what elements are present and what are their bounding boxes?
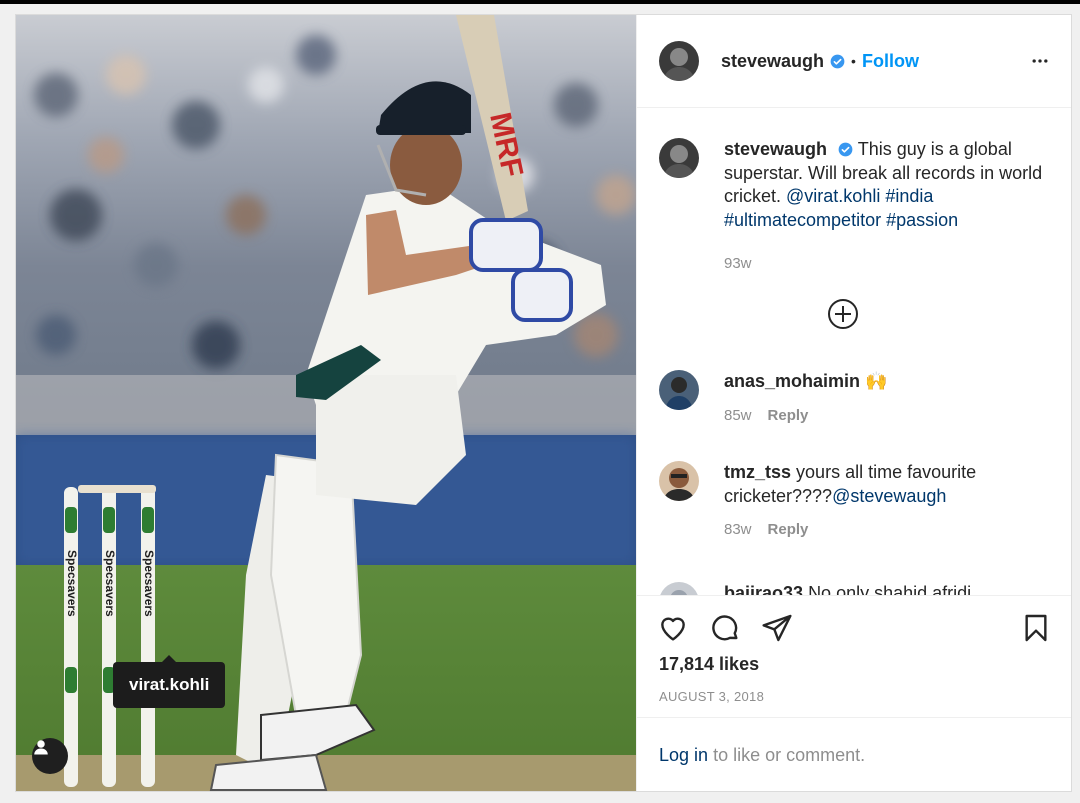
photo-user-tag[interactable]: virat.kohli (113, 655, 226, 708)
comment-text: 🙌 (865, 371, 888, 391)
stump-text-3: Specsavers (142, 550, 156, 617)
caption-avatar[interactable] (659, 138, 699, 178)
commenter-avatar[interactable] (659, 582, 699, 595)
verified-icon (830, 54, 845, 68)
heart-icon[interactable] (657, 612, 689, 644)
comment-meta: 83w Reply (724, 518, 1059, 542)
share-icon[interactable] (761, 612, 793, 644)
comment-username[interactable]: bajirao33 (724, 583, 803, 595)
login-link[interactable]: Log in (659, 745, 708, 765)
hashtag[interactable]: #ultimatecompetitor (724, 210, 881, 230)
plus-circle-icon[interactable] (827, 298, 859, 330)
comment-icon[interactable] (709, 612, 741, 644)
cricket-photo: Specsavers Specsavers Specsavers MRF (16, 15, 636, 791)
post-header: stevewaugh • Follow (637, 15, 1071, 108)
follow-button[interactable]: Follow (862, 51, 919, 72)
comment-meta: 85w Reply (724, 404, 1059, 428)
post-photo[interactable]: Specsavers Specsavers Specsavers MRF vir… (16, 15, 636, 791)
bookmark-icon[interactable] (1020, 612, 1052, 644)
stump-text-2: Specsavers (103, 550, 117, 617)
comment-username[interactable]: tmz_tss (724, 462, 791, 482)
reply-button[interactable]: Reply (768, 521, 809, 538)
login-prompt: Log in to like or comment. (637, 717, 1071, 791)
comments-section[interactable]: stevewaugh This guy is a global supersta… (637, 108, 1071, 595)
user-tag-icon[interactable] (32, 738, 68, 774)
hashtag[interactable]: #passion (886, 210, 958, 230)
likes-count[interactable]: 17,814 likes (659, 654, 759, 675)
comment-text: No only shahid afridi (808, 583, 972, 595)
comment-username[interactable]: anas_mohaimin (724, 371, 860, 391)
author-username[interactable]: stevewaugh (721, 51, 824, 72)
caption-mention[interactable]: @virat.kohli (786, 186, 880, 206)
caption-username[interactable]: stevewaugh (724, 139, 827, 159)
post-sidebar: stevewaugh • Follow stevewaugh This guy … (636, 15, 1071, 791)
more-icon[interactable] (1030, 51, 1050, 71)
commenter-avatar[interactable] (659, 461, 699, 501)
verified-icon (838, 142, 853, 157)
top-bar (0, 0, 1080, 4)
login-prompt-text: to like or comment. (713, 744, 866, 765)
post-modal: Specsavers Specsavers Specsavers MRF vir… (15, 14, 1072, 792)
separator-dot: • (851, 53, 856, 69)
stump-text-1: Specsavers (65, 550, 79, 617)
comment-age: 85w (724, 406, 752, 424)
post-actions: 17,814 likes AUGUST 3, 2018 (637, 595, 1071, 718)
caption-age: 93w (724, 255, 752, 272)
comment-mention[interactable]: @stevewaugh (832, 486, 946, 506)
comment-age: 83w (724, 521, 752, 538)
post-date: AUGUST 3, 2018 (659, 689, 765, 704)
author-avatar[interactable] (659, 41, 699, 81)
commenter-avatar[interactable] (659, 370, 699, 410)
hashtag[interactable]: #india (885, 186, 933, 206)
reply-button[interactable]: Reply (768, 407, 809, 424)
